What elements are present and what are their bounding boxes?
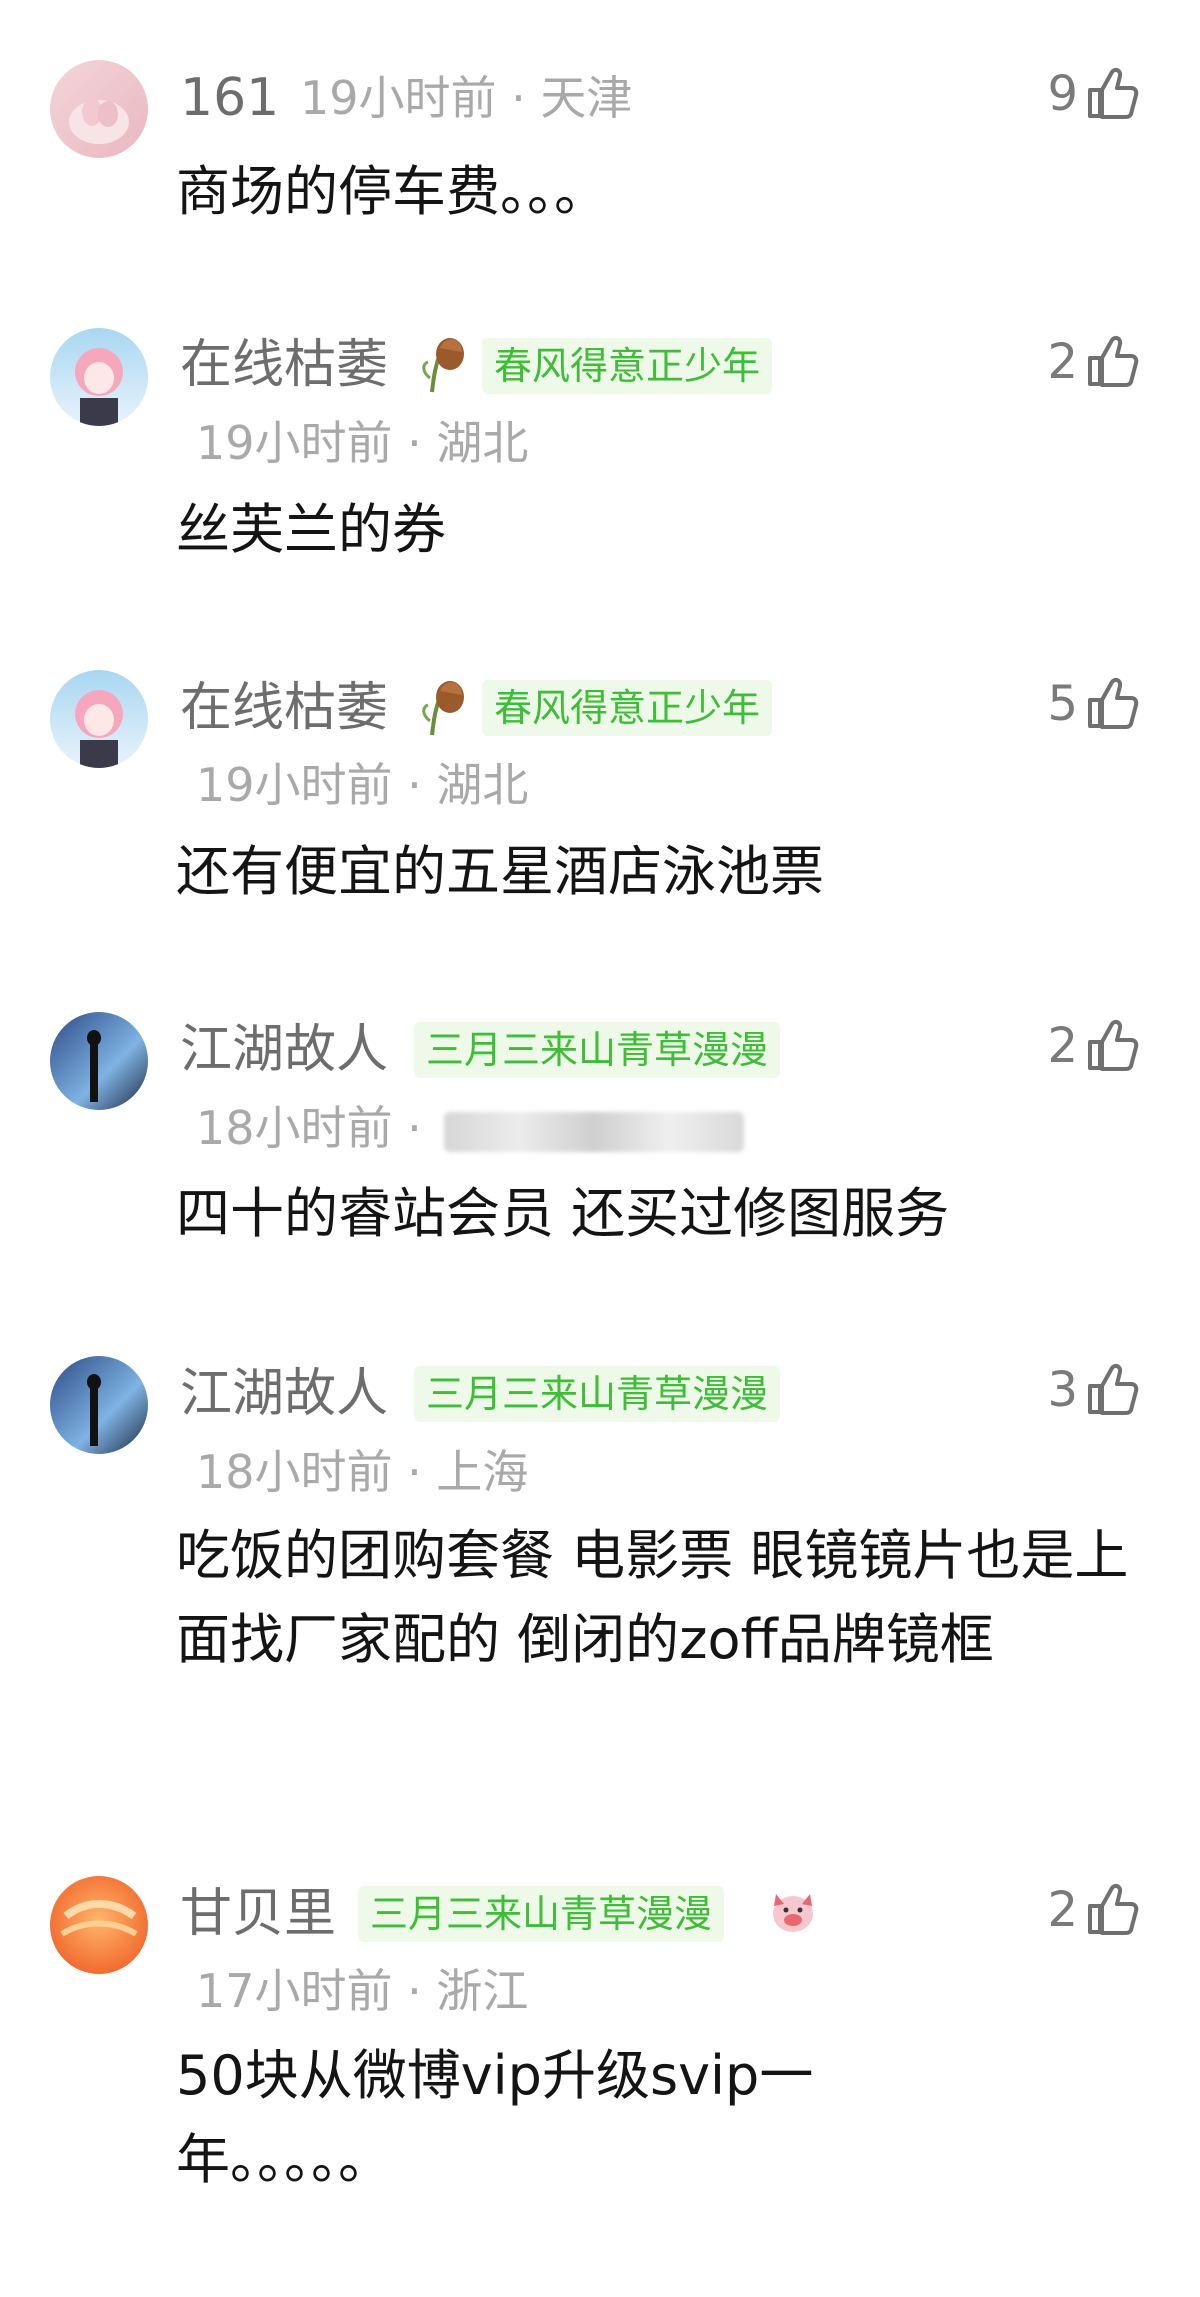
comment-time-location: 19小时前 · 湖北 (196, 758, 529, 812)
avatar[interactable] (50, 1012, 148, 1110)
like-count: 9 (1047, 66, 1078, 122)
comment-text: 吃饭的团购套餐 电影票 眼镜镜片也是上面找厂家配的 倒闭的zoff品牌镜框 (176, 1524, 1129, 1671)
comment-time-location: 18小时前 · 上海 (196, 1445, 529, 1499)
like-count: 2 (1047, 1018, 1078, 1074)
user-title-badge: 三月三来山青草漫漫 (358, 1886, 725, 1942)
like-count: 2 (1047, 334, 1078, 390)
comment-text: 丝芙兰的券 (176, 498, 446, 561)
username[interactable]: 江湖故人 (180, 1018, 388, 1082)
withered-flower-icon (422, 338, 464, 393)
thumbs-up-icon[interactable] (1084, 1360, 1142, 1418)
comment-text: 50块从微博vip升级svip一年。。。。。 (176, 2044, 814, 2191)
user-title-badge: 春风得意正少年 (482, 338, 773, 394)
thumbs-up-icon[interactable] (1084, 674, 1142, 732)
thumbs-up-icon[interactable] (1084, 1016, 1142, 1074)
comment-time-location: 19小时前 · 天津 (300, 71, 633, 125)
username[interactable]: 江湖故人 (180, 1362, 388, 1426)
like-count: 3 (1047, 1362, 1078, 1418)
comment-text: 四十的睿站会员 还买过修图服务 (176, 1182, 950, 1245)
username[interactable]: 甘贝里 (180, 1882, 336, 1946)
avatar[interactable] (50, 328, 148, 426)
username[interactable]: 161 (180, 66, 279, 130)
avatar[interactable] (50, 670, 148, 768)
thumbs-up-icon[interactable] (1084, 1880, 1142, 1938)
thumbs-up-icon[interactable] (1084, 64, 1142, 122)
user-title-badge: 春风得意正少年 (482, 680, 773, 736)
withered-flower-icon (422, 681, 464, 736)
user-title-badge: 三月三来山青草漫漫 (414, 1022, 781, 1078)
time-text: 18小时前 · (196, 1101, 437, 1155)
avatar[interactable] (50, 1356, 148, 1454)
comment-text: 商场的停车费。。。 (176, 160, 608, 223)
comment-time-location: 18小时前 · (196, 1100, 745, 1156)
user-title-badge: 三月三来山青草漫漫 (414, 1366, 781, 1422)
blurred-location (444, 1111, 745, 1152)
comment-time-location: 19小时前 · 湖北 (196, 416, 529, 470)
comment-time-location: 17小时前 · 浙江 (196, 1964, 529, 2018)
like-count: 5 (1047, 676, 1078, 732)
username[interactable]: 在线枯萎 (180, 333, 388, 397)
comment-text: 还有便宜的五星酒店泳池票 (176, 840, 824, 903)
thumbs-up-icon[interactable] (1084, 332, 1142, 390)
username[interactable]: 在线枯萎 (180, 676, 388, 740)
avatar[interactable] (50, 1876, 148, 1974)
like-count: 2 (1047, 1882, 1078, 1938)
avatar[interactable] (50, 60, 148, 158)
pig-emoji-icon (773, 1894, 813, 1932)
